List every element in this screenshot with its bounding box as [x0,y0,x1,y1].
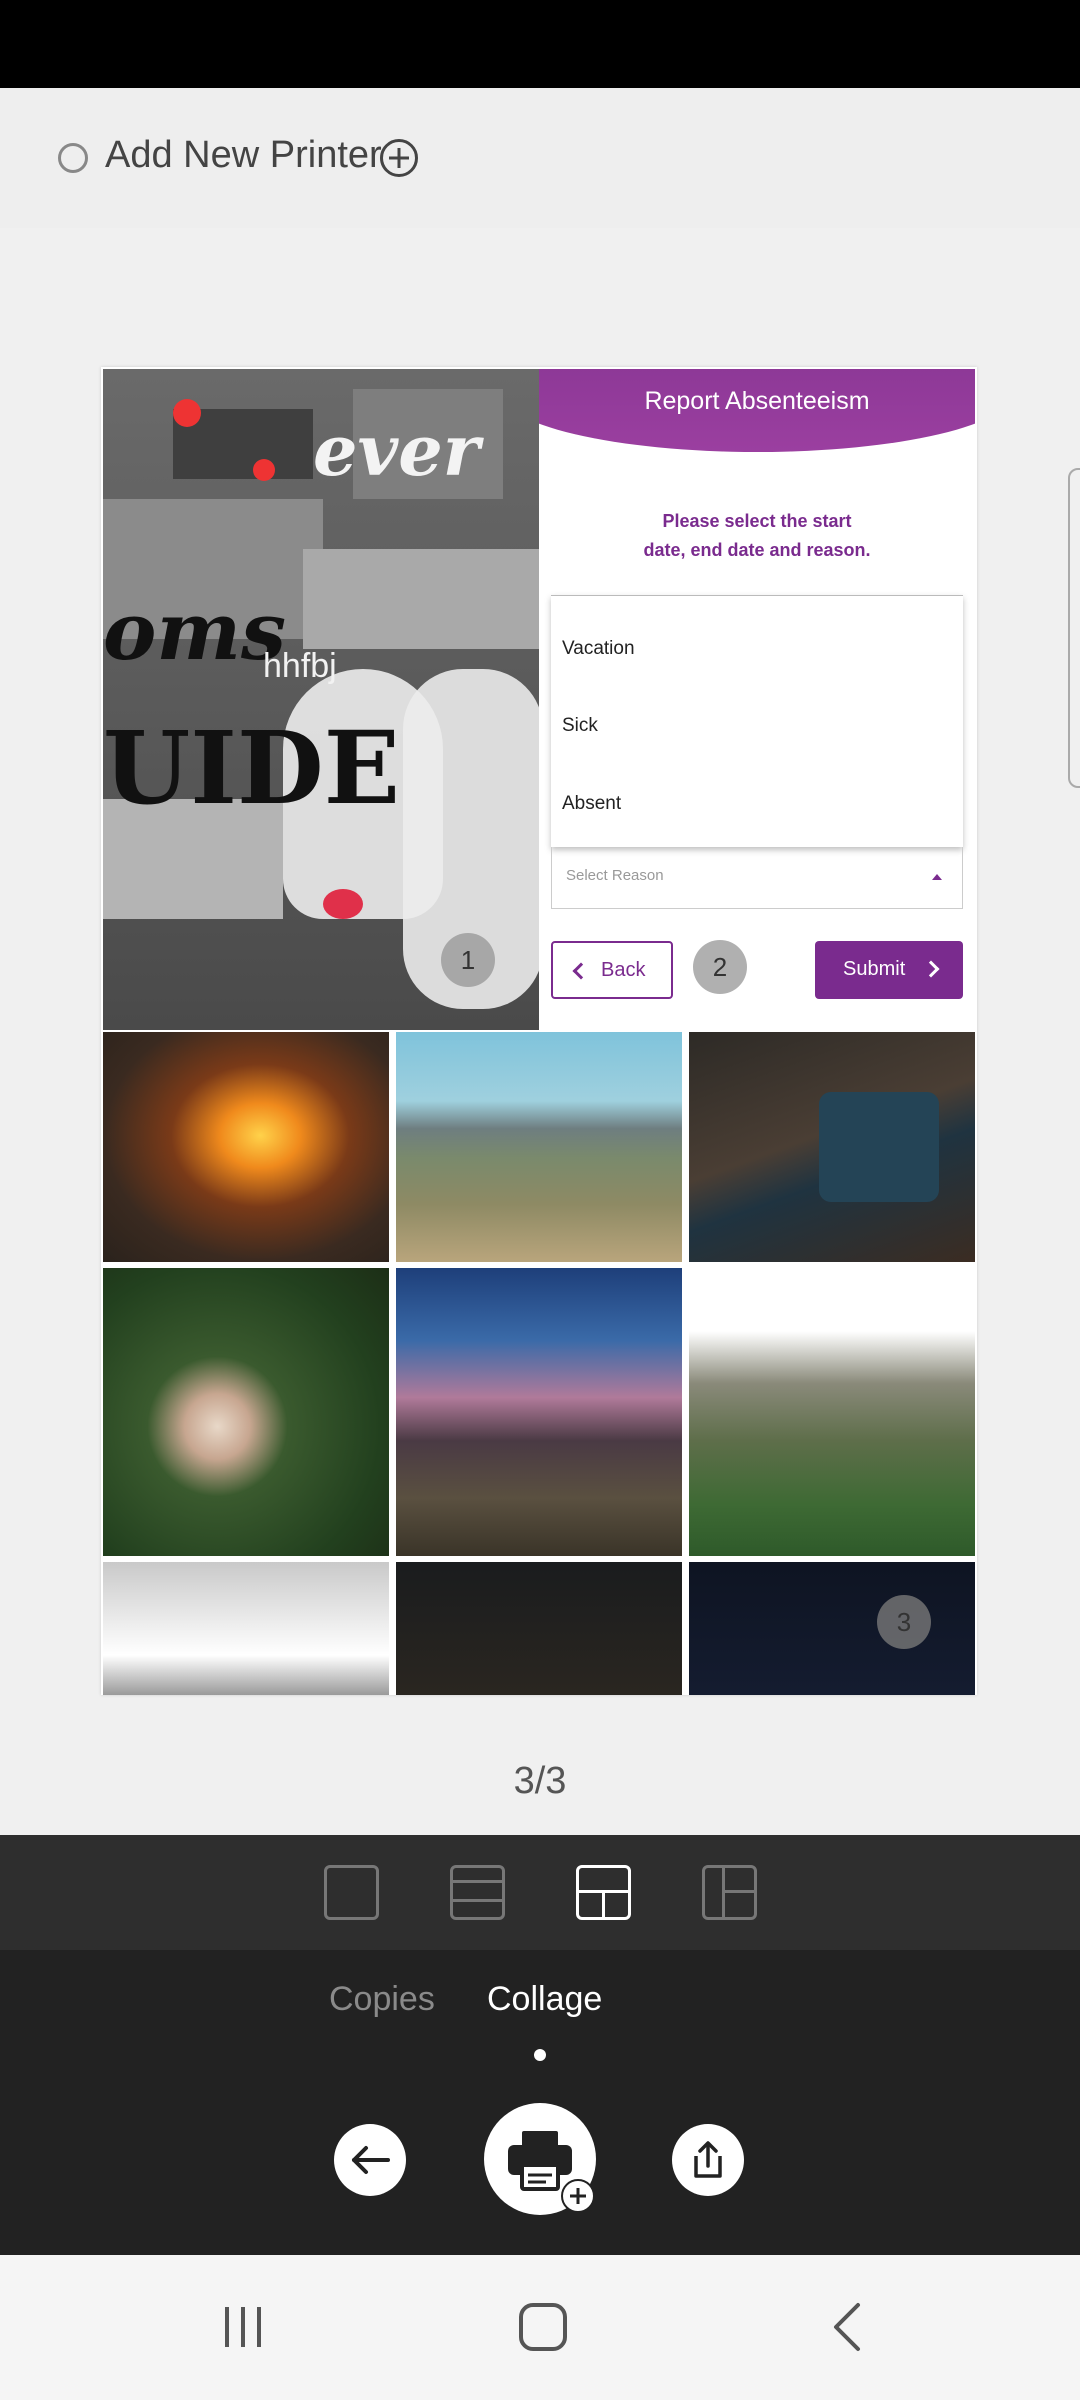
add-new-printer-label[interactable]: Add New Printer [105,134,382,177]
collage-photo-tent-dusk[interactable] [396,1268,682,1556]
layout-divider [722,1890,754,1893]
photo-number-badge: 1 [441,933,495,987]
layout-options-bar [0,1835,1080,1950]
bottom-panel: Copies Collage [0,1950,1080,2255]
collage-photo-compass[interactable] [103,1268,389,1556]
select-reason-placeholder: Select Reason [566,867,664,884]
active-tab-indicator [534,2049,546,2061]
single-layout-icon[interactable] [324,1865,379,1920]
poster-title-text: oms [103,584,287,678]
app-title: Report Absenteeism [644,387,870,415]
status-bar [0,0,1080,88]
side-panel-handle[interactable] [1068,468,1080,788]
app-back-button: Back [551,941,673,999]
plus-icon [561,2179,595,2213]
caret-up-icon [932,874,942,880]
poster-block [303,549,539,649]
arrow-left-icon [352,2146,390,2174]
layout-divider [602,1890,605,1917]
plus-circle-icon[interactable] [380,139,418,177]
poster-bird-red [253,459,275,481]
back-button[interactable] [334,2124,406,2196]
collage-photo-mountain-camp[interactable] [689,1268,975,1556]
chevron-right-icon [922,960,940,978]
reason-dropdown-list: Vacation Sick Absent [551,595,963,847]
tab-collage[interactable]: Collage [487,1980,602,2019]
two-row-layout-icon[interactable] [450,1865,505,1920]
poster-bird-red [323,889,363,919]
app-submit-button: Submit [815,941,963,999]
dropdown-option: Absent [562,793,622,814]
dropdown-option: Vacation [562,638,635,659]
photo-number-badge: 2 [693,940,747,994]
layout-divider [453,1899,502,1902]
collage-photo-night-sky[interactable]: 3 [689,1562,975,1695]
home-icon[interactable] [515,2299,571,2355]
collage-photo-desert[interactable] [396,1032,682,1262]
three-split-layout-icon[interactable] [576,1865,631,1920]
tab-copies[interactable]: Copies [329,1980,435,2019]
poster-bird-red [173,399,201,427]
layout-divider [453,1880,502,1883]
photo-number-badge: 3 [877,1595,931,1649]
nav-back-icon[interactable] [820,2299,876,2355]
collage-photo-mug[interactable] [689,1032,975,1262]
collage-preview: ever oms UIDE hhfbj 1 Report Absenteeism… [101,367,977,1695]
share-icon [694,2141,722,2178]
printer-selector-bar: Add New Printer [0,88,1080,228]
mug-shape [819,1092,939,1202]
collage-photo-vehicle[interactable] [103,1562,389,1695]
poster-title-text: UIDE [103,709,400,827]
app-back-label: Back [601,959,646,981]
side-split-layout-icon[interactable] [702,1865,757,1920]
poster-overlay-text: hhfbj [263,647,337,685]
page-indicator: 3/3 [513,1760,567,1802]
collage-photo-app-screenshot[interactable]: Report Absenteeism Please select the sta… [539,369,975,1030]
recents-icon[interactable] [215,2299,271,2355]
collage-photo-night-road[interactable] [396,1562,682,1695]
select-reason-field: Select Reason [551,847,963,909]
share-button[interactable] [672,2124,744,2196]
collage-photo-poster[interactable]: ever oms UIDE hhfbj 1 [103,369,539,1030]
collage-photo-campfire[interactable] [103,1032,389,1262]
system-navigation-bar [0,2255,1080,2400]
app-submit-label: Submit [843,958,906,980]
dropdown-option: Sick [562,715,598,736]
poster-title-text: ever [313,409,480,492]
radio-unchecked-icon[interactable] [58,143,88,173]
app-instruction-text: Please select the start date, end date a… [643,511,871,560]
chevron-left-icon [572,962,590,980]
